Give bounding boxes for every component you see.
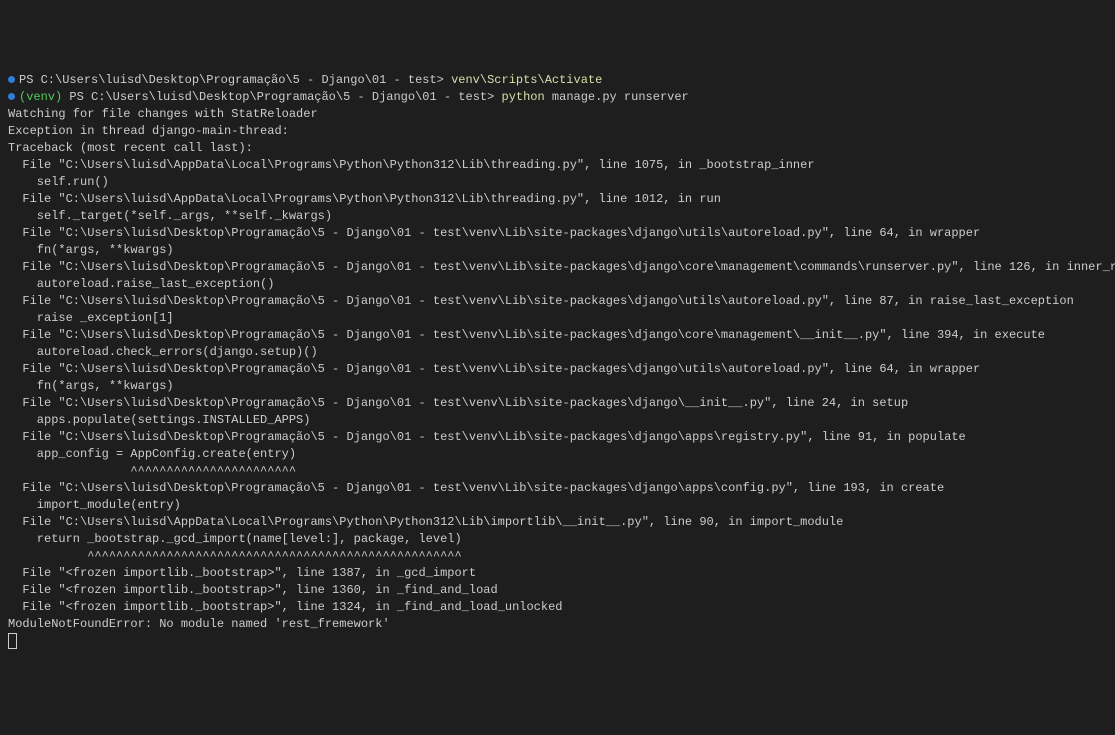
traceback-file: File "C:\Users\luisd\AppData\Local\Progr… [8,191,1107,208]
command-text: venv\Scripts\Activate [451,73,602,87]
traceback-code: app_config = AppConfig.create(entry) [8,446,1107,463]
traceback-code: self._target(*self._args, **self._kwargs… [8,208,1107,225]
command-python: python [502,90,552,104]
traceback-code: self.run() [8,174,1107,191]
traceback-file: File "C:\Users\luisd\Desktop\Programação… [8,480,1107,497]
traceback-caret: ^^^^^^^^^^^^^^^^^^^^^^^ [8,463,1107,480]
traceback-code: autoreload.raise_last_exception() [8,276,1107,293]
traceback-code: raise _exception[1] [8,310,1107,327]
status-dot-icon [8,76,15,83]
output-line: Traceback (most recent call last): [8,140,1107,157]
prompt-line-1: PS C:\Users\luisd\Desktop\Programação\5 … [8,72,1107,89]
ps-prefix: PS [69,90,91,104]
traceback-code: apps.populate(settings.INSTALLED_APPS) [8,412,1107,429]
terminal-output[interactable]: PS C:\Users\luisd\Desktop\Programação\5 … [8,72,1107,650]
command-args: manage.py runserver [552,90,689,104]
venv-prefix: (venv) [19,90,69,104]
traceback-file: File "C:\Users\luisd\Desktop\Programação… [8,225,1107,242]
traceback-file: File "C:\Users\luisd\Desktop\Programação… [8,429,1107,446]
traceback-code: autoreload.check_errors(django.setup)() [8,344,1107,361]
cwd-path: C:\Users\luisd\Desktop\Programação\5 - D… [91,90,501,104]
traceback-file: File "C:\Users\luisd\Desktop\Programação… [8,327,1107,344]
cursor-icon [8,633,17,649]
traceback-code: return _bootstrap._gcd_import(name[level… [8,531,1107,548]
traceback-file: File "C:\Users\luisd\Desktop\Programação… [8,293,1107,310]
traceback-file: File "C:\Users\luisd\Desktop\Programação… [8,361,1107,378]
traceback-file: File "<frozen importlib._bootstrap>", li… [8,582,1107,599]
traceback-code: import_module(entry) [8,497,1107,514]
error-line: ModuleNotFoundError: No module named 're… [8,616,1107,633]
prompt-line-2: (venv) PS C:\Users\luisd\Desktop\Program… [8,89,1107,106]
output-line: Exception in thread django-main-thread: [8,123,1107,140]
traceback-code: fn(*args, **kwargs) [8,378,1107,395]
traceback-code: fn(*args, **kwargs) [8,242,1107,259]
ps-prefix: PS [19,73,41,87]
status-dot-icon [8,93,15,100]
traceback-file: File "C:\Users\luisd\Desktop\Programação… [8,259,1107,276]
traceback-file: File "C:\Users\luisd\AppData\Local\Progr… [8,157,1107,174]
traceback-caret: ^^^^^^^^^^^^^^^^^^^^^^^^^^^^^^^^^^^^^^^^… [8,548,1107,565]
cursor-line[interactable] [8,633,1107,650]
traceback-file: File "<frozen importlib._bootstrap>", li… [8,599,1107,616]
traceback-file: File "<frozen importlib._bootstrap>", li… [8,565,1107,582]
traceback-file: File "C:\Users\luisd\Desktop\Programação… [8,395,1107,412]
cwd-path: C:\Users\luisd\Desktop\Programação\5 - D… [41,73,451,87]
traceback-file: File "C:\Users\luisd\AppData\Local\Progr… [8,514,1107,531]
output-line: Watching for file changes with StatReloa… [8,106,1107,123]
